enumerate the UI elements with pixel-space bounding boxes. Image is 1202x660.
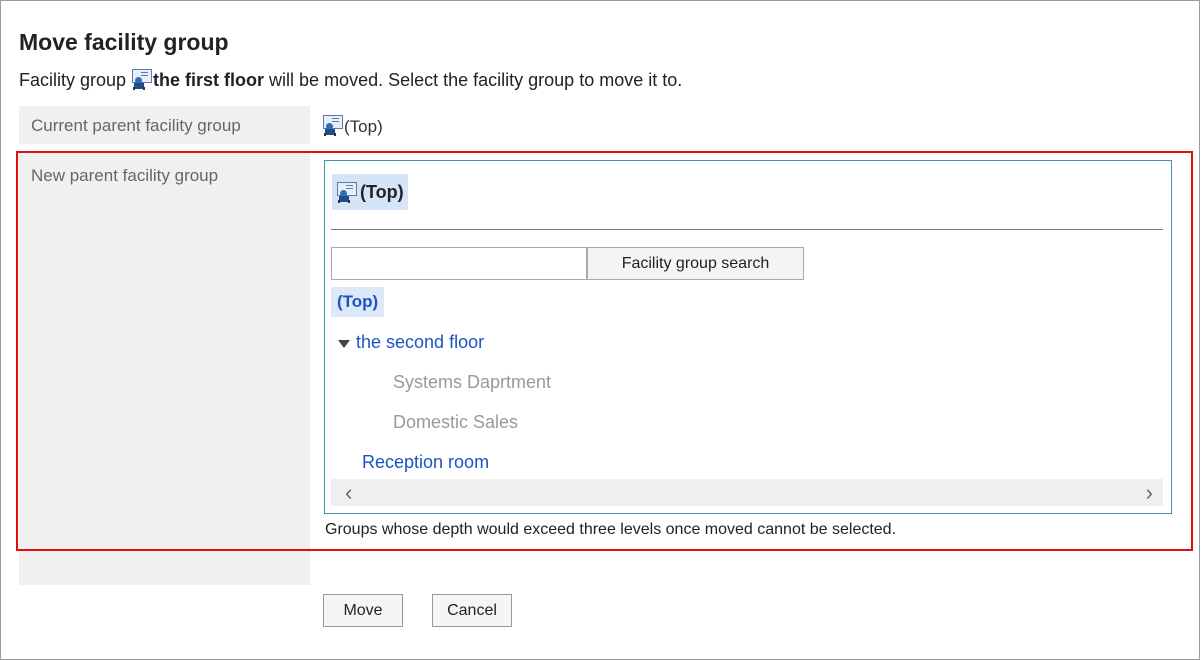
current-parent-label: Current parent facility group: [31, 116, 241, 135]
facility-group-icon: [322, 114, 344, 136]
move-button[interactable]: Move: [323, 594, 403, 627]
facility-group-name: the first floor: [153, 70, 265, 90]
page-description: Facility group the first floor will be m…: [19, 68, 682, 91]
current-parent-value: (Top): [322, 114, 383, 137]
page-title: Move facility group: [19, 29, 229, 55]
current-parent-name: (Top): [344, 117, 383, 136]
description-prefix: Facility group: [19, 70, 132, 90]
description-suffix: will be moved. Select the facility group…: [264, 70, 683, 90]
current-parent-label-cell: Current parent facility group: [19, 106, 310, 144]
highlight-frame: [16, 151, 1193, 551]
facility-group-icon: [131, 68, 153, 90]
cancel-button[interactable]: Cancel: [432, 594, 512, 627]
